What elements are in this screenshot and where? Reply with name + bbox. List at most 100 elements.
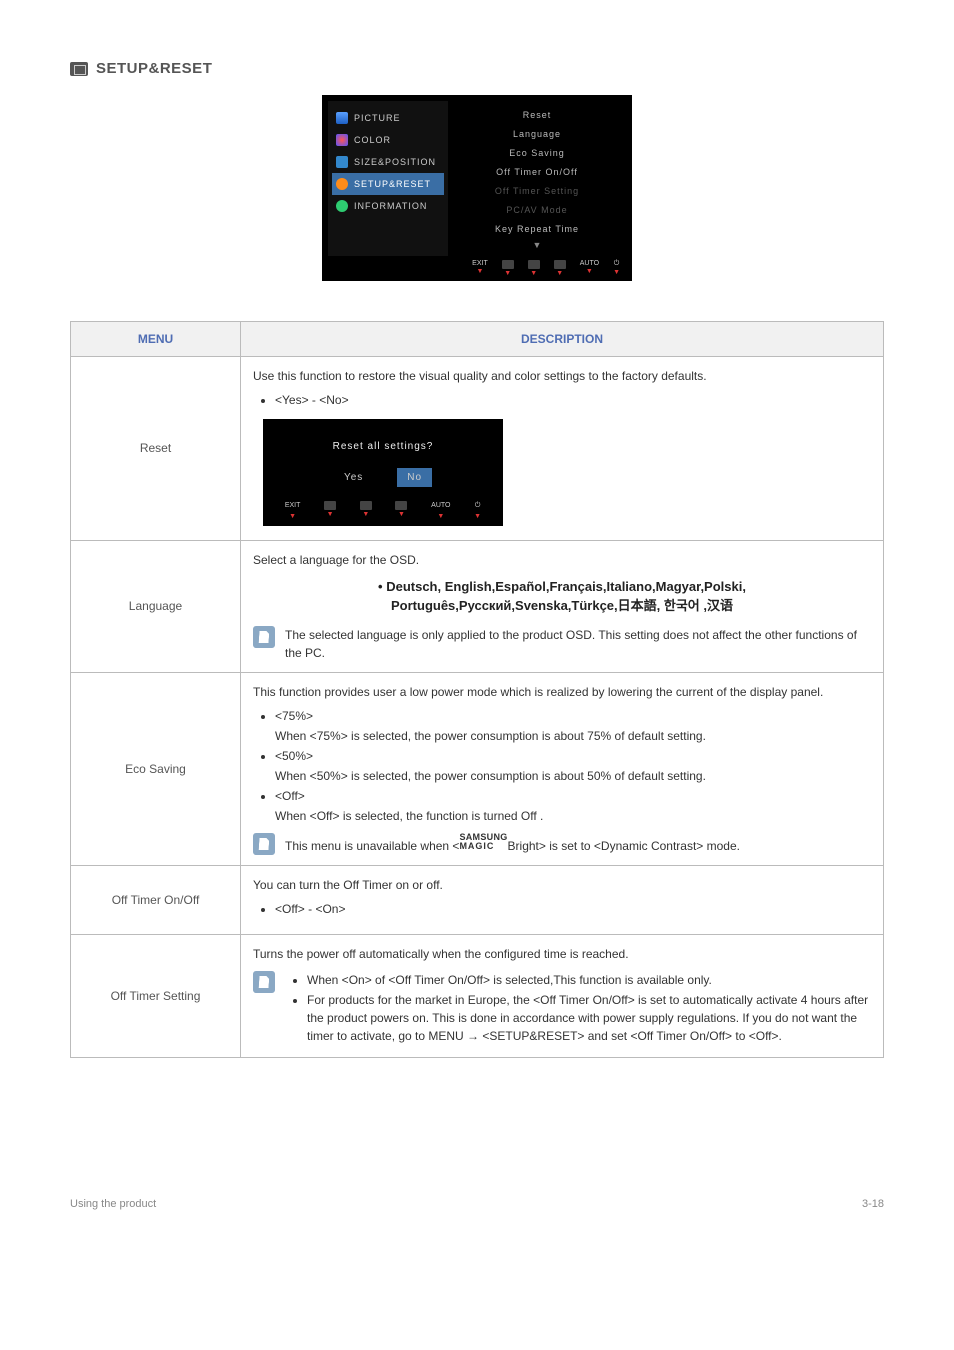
triangle-down-icon: ▼: [289, 513, 296, 520]
triangle-down-icon: ▼: [530, 270, 537, 277]
osd-option: Reset: [456, 107, 618, 126]
note-icon: [253, 833, 275, 855]
table-row: Off Timer Setting Turns the power off au…: [71, 934, 884, 1057]
menu-name-cell: Language: [71, 540, 241, 672]
language-line2: Português,Русский,Svenska,Türkçe,日本語, 한국…: [391, 598, 733, 613]
osd-sidebar-item-selected: SETUP&RESET: [332, 173, 444, 195]
magic-logo: SAMSUNGMAGIC: [459, 833, 507, 851]
size-icon: [336, 156, 348, 168]
description-cell: Use this function to restore the visual …: [241, 357, 884, 541]
osd-option-dim: PC/AV Mode: [456, 202, 618, 221]
eco-option-desc: When <50%> is selected, the power consum…: [275, 767, 871, 785]
table-header-menu: MENU: [71, 322, 241, 357]
dlg-exit-label: EXIT: [285, 501, 301, 512]
osd-sidebar-label: COLOR: [354, 135, 391, 145]
eco-note-post: Bright> is set to <Dynamic Contrast> mod…: [508, 839, 740, 853]
osd-option: Language: [456, 126, 618, 145]
osd-sidebar-item: PICTURE: [332, 107, 444, 129]
reset-yes: Yes: [334, 468, 373, 487]
note: This menu is unavailable when <SAMSUNGMA…: [253, 833, 871, 855]
picture-icon: [336, 112, 348, 124]
language-line1: • Deutsch, English,Español,Français,Ital…: [378, 579, 746, 594]
osd-sidebar-label: SETUP&RESET: [354, 179, 431, 189]
menu-name-cell: Eco Saving: [71, 672, 241, 865]
chevron-down-icon: ▼: [456, 240, 618, 250]
dlg-nav-icon: [395, 501, 407, 510]
eco-option: <Off> When <Off> is selected, the functi…: [275, 787, 871, 825]
info-icon: [336, 200, 348, 212]
eco-option-desc: When <75%> is selected, the power consum…: [275, 727, 871, 745]
off-set-note1: When <On> of <Off Timer On/Off> is selec…: [307, 971, 871, 989]
setup-reset-icon: [70, 62, 88, 76]
eco-note: This menu is unavailable when <SAMSUNGMA…: [285, 833, 871, 855]
osd-sidebar-label: INFORMATION: [354, 201, 427, 211]
description-cell: Turns the power off automatically when t…: [241, 934, 884, 1057]
osd-sidebar-item: INFORMATION: [332, 195, 444, 217]
osd-sidebar-item: COLOR: [332, 129, 444, 151]
triangle-down-icon: ▼: [474, 513, 481, 520]
note: When <On> of <Off Timer On/Off> is selec…: [253, 971, 871, 1047]
osd-options: Reset Language Eco Saving Off Timer On/O…: [448, 101, 626, 256]
eco-option-title: <Off>: [275, 789, 305, 803]
triangle-down-icon: ▼: [504, 270, 511, 277]
off-set-note2: For products for the market in Europe, t…: [307, 991, 871, 1045]
heading-text: SETUP&RESET: [96, 60, 212, 77]
section-heading: SETUP&RESET: [70, 60, 884, 77]
osd-screenshot: PICTURE COLOR SIZE&POSITION SETUP&RESET …: [70, 95, 884, 281]
table-row: Language Select a language for the OSD. …: [71, 540, 884, 672]
language-intro: Select a language for the OSD.: [253, 551, 871, 569]
language-note: The selected language is only applied to…: [285, 626, 871, 662]
off-on-option: <Off> - <On>: [275, 900, 871, 918]
dlg-nav-icon: [324, 501, 336, 510]
footer-left: Using the product: [70, 1198, 156, 1210]
off-set-intro: Turns the power off automatically when t…: [253, 945, 871, 963]
triangle-down-icon: ▼: [362, 511, 369, 518]
reset-dialog-question: Reset all settings?: [273, 429, 493, 468]
osd-nav-icon: [554, 260, 566, 269]
menu-name-cell: Reset: [71, 357, 241, 541]
triangle-down-icon: ▼: [476, 268, 483, 275]
triangle-down-icon: ▼: [327, 511, 334, 518]
dlg-auto-label: AUTO: [431, 501, 450, 512]
magic-bot: MAGIC: [459, 842, 507, 851]
page-footer: Using the product 3-18: [70, 1198, 884, 1210]
triangle-down-icon: ▼: [556, 270, 563, 277]
reset-no-selected: No: [397, 468, 432, 487]
dlg-nav-icon: [360, 501, 372, 510]
osd-sidebar-label: PICTURE: [354, 113, 401, 123]
osd-option: Key Repeat Time: [456, 221, 618, 240]
eco-intro: This function provides user a low power …: [253, 683, 871, 701]
color-icon: [336, 134, 348, 146]
menu-name-cell: Off Timer Setting: [71, 934, 241, 1057]
osd-sidebar-label: SIZE&POSITION: [354, 157, 436, 167]
power-icon: ⏻: [475, 501, 481, 512]
table-row: Eco Saving This function provides user a…: [71, 672, 884, 865]
menu-description-table: MENU DESCRIPTION Reset Use this function…: [70, 321, 884, 1058]
osd-auto-label: AUTO: [580, 260, 599, 267]
description-cell: You can turn the Off Timer on or off. <O…: [241, 865, 884, 934]
gear-icon: [336, 178, 348, 190]
note-icon: [253, 626, 275, 648]
description-cell: This function provides user a low power …: [241, 672, 884, 865]
eco-note-pre: This menu is unavailable when <: [285, 839, 459, 853]
table-header-description: DESCRIPTION: [241, 322, 884, 357]
osd-exit-label: EXIT: [472, 260, 488, 267]
osd-button-bar: EXIT▼ ▼ ▼ ▼ AUTO▼ ⏻▼: [328, 256, 626, 277]
osd-nav-icon: [502, 260, 514, 269]
power-icon: ⏻: [614, 260, 620, 268]
triangle-down-icon: ▼: [586, 268, 593, 275]
footer-right: 3-18: [862, 1198, 884, 1210]
note: The selected language is only applied to…: [253, 626, 871, 662]
eco-option: <75%> When <75%> is selected, the power …: [275, 707, 871, 745]
reset-intro: Use this function to restore the visual …: [253, 367, 871, 385]
osd-option-dim: Off Timer Setting: [456, 183, 618, 202]
triangle-down-icon: ▼: [398, 511, 405, 518]
osd-option: Eco Saving: [456, 145, 618, 164]
eco-option-title: <75%>: [275, 709, 313, 723]
description-cell: Select a language for the OSD. • Deutsch…: [241, 540, 884, 672]
eco-option: <50%> When <50%> is selected, the power …: [275, 747, 871, 785]
table-row: Off Timer On/Off You can turn the Off Ti…: [71, 865, 884, 934]
triangle-down-icon: ▼: [437, 513, 444, 520]
note-icon: [253, 971, 275, 993]
osd-nav-icon: [528, 260, 540, 269]
